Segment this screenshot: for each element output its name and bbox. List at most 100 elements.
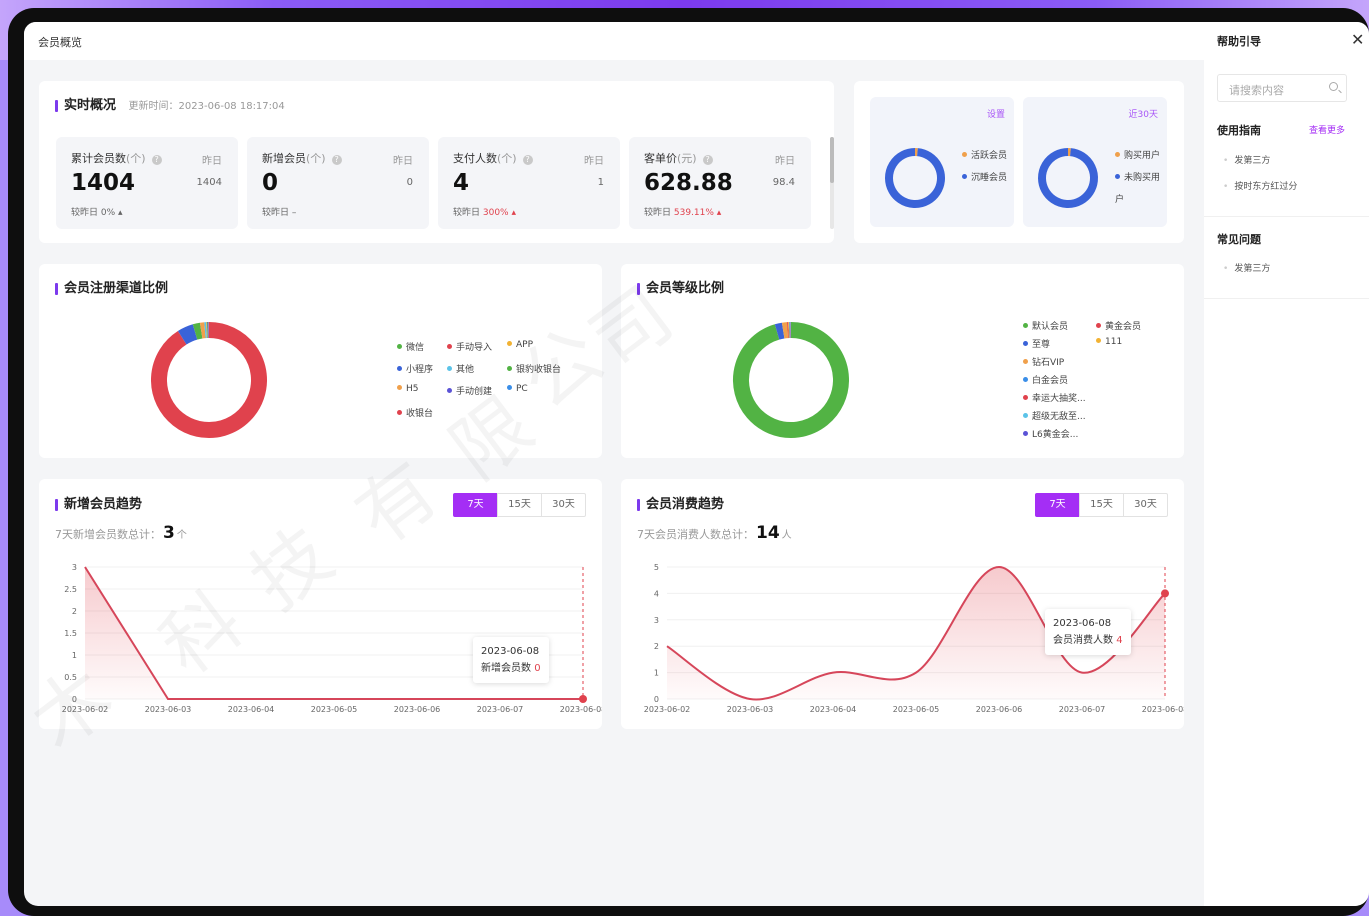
mini-panel-link[interactable]: 设置 — [987, 107, 1005, 120]
legend-dot — [397, 410, 402, 415]
legend-item: 沉睡会员 — [962, 167, 1007, 189]
stat-value: 628.88 — [644, 170, 733, 196]
yesterday-label: 昨日 — [393, 156, 413, 167]
new-member-trend-title: 新增会员趋势 — [55, 497, 142, 513]
consume-summary-label: 7天会员消费人数总计： — [637, 528, 754, 541]
level-ratio-title: 会员等级比例 — [637, 281, 724, 297]
stat-value: 0 — [262, 170, 279, 196]
tooltip-value: 0 — [534, 663, 541, 674]
data-point[interactable] — [1161, 589, 1169, 598]
help-icon: ? — [331, 155, 342, 165]
realtime-title-text: 实时概况 — [64, 98, 117, 113]
mini-donut-slice[interactable] — [1038, 148, 1098, 208]
y-tick-label: 2.5 — [64, 585, 77, 594]
x-tick-label: 2023-06-08 — [560, 705, 602, 714]
legend-item: 其他 — [447, 362, 474, 375]
x-tick-label: 2023-06-02 — [644, 705, 691, 714]
search-icon[interactable] — [1329, 82, 1338, 91]
stat-unit: (个) — [306, 152, 326, 165]
tooltip-value: 4 — [1116, 635, 1123, 646]
scrollbar-thumb[interactable] — [830, 137, 834, 183]
legend-dot — [1115, 152, 1120, 157]
legend-dot — [447, 366, 452, 371]
new-member-summary-unit: 个 — [176, 530, 187, 541]
tooltip-row: 会员消费人数 4 — [1053, 632, 1123, 649]
help-search-input[interactable]: 请搜索内容 — [1217, 74, 1347, 102]
legend-dot — [1023, 395, 1028, 400]
legend-label: 111 — [1105, 337, 1123, 347]
legend-item: 收银台 — [397, 406, 433, 419]
yesterday-label: 昨日 — [584, 156, 604, 167]
status-donut-card: 设置 活跃会员 沉睡会员 近30天 购买用户 未购买用户 — [854, 81, 1184, 243]
x-tick-label: 2023-06-04 — [228, 705, 275, 714]
page-title: 会员概览 — [24, 22, 1204, 60]
data-point[interactable] — [579, 695, 587, 703]
legend-label: 至尊 — [1032, 340, 1051, 350]
compare-value: 300% ▴ — [482, 208, 516, 218]
y-tick-label: 1.5 — [64, 629, 77, 638]
help-icon: ? — [151, 155, 162, 165]
legend-label: 活跃会员 — [971, 151, 1008, 161]
tab-15-days[interactable]: 15天 — [1079, 493, 1124, 517]
stat-card: 客单价(元)? 昨日 628.88 98.4 较昨日 539.11% ▴ — [629, 137, 811, 229]
legend-item: 钻石VIP — [1023, 355, 1064, 368]
close-icon[interactable]: ✕ — [1351, 30, 1364, 49]
divider — [1204, 298, 1369, 299]
legend-label: 黄金会员 — [1105, 322, 1142, 332]
yesterday-value: 1 — [597, 177, 604, 188]
x-tick-label: 2023-06-05 — [893, 705, 940, 714]
x-tick-label: 2023-06-07 — [1059, 705, 1106, 714]
divider — [1204, 216, 1369, 217]
legend-dot — [1096, 323, 1101, 328]
channel-slice[interactable] — [177, 324, 198, 345]
level-slice[interactable] — [774, 322, 785, 340]
legend-label: PC — [516, 384, 528, 394]
legend-dot — [1023, 431, 1028, 436]
level-slice[interactable] — [733, 322, 849, 438]
mini-donut-slice[interactable] — [885, 148, 945, 208]
legend-item: 白金会员 — [1023, 373, 1068, 386]
legend-dot — [507, 385, 512, 390]
legend-item: 超级无敌至... — [1023, 409, 1086, 422]
realtime-card: 实时概况 更新时间：2023-06-08 18:17:04 累计会员数(个)? 昨… — [39, 81, 834, 243]
update-time-label: 更新时间： — [128, 101, 179, 112]
legend-dot — [1115, 174, 1120, 179]
y-tick-label: 3 — [72, 563, 77, 572]
tab-7-days[interactable]: 7天 — [1035, 493, 1080, 517]
legend-dot — [507, 341, 512, 346]
channel-slice[interactable] — [192, 322, 203, 340]
register-channel-donut — [151, 322, 267, 438]
help-title: 帮助引导 — [1217, 35, 1261, 48]
legend-dot — [447, 388, 452, 393]
consume-tooltip: 2023-06-08 会员消费人数 4 — [1045, 609, 1131, 655]
legend-dot — [962, 152, 967, 157]
consume-summary-unit: 人 — [781, 530, 792, 541]
consume-trend-title: 会员消费趋势 — [637, 497, 724, 513]
legend-item: 手动导入 — [447, 340, 492, 353]
mini-donut-chart — [885, 148, 945, 208]
legend-item: 银豹收银台 — [507, 362, 561, 375]
guide-link[interactable]: 发第三方 — [1223, 153, 1270, 166]
legend-label: 默认会员 — [1032, 322, 1069, 332]
channel-slice[interactable] — [151, 322, 267, 438]
y-tick-label: 4 — [654, 589, 659, 598]
legend-label: 收银台 — [406, 409, 434, 419]
tab-7-days[interactable]: 7天 — [453, 493, 498, 517]
legend-item: 微信 — [397, 340, 424, 353]
mini-donut-panel: 设置活跃会员沉睡会员 — [870, 97, 1014, 227]
legend-dot — [397, 385, 402, 390]
see-more-link[interactable]: 查看更多 — [1309, 123, 1345, 136]
x-tick-label: 2023-06-06 — [394, 705, 441, 714]
help-panel: 帮助引导 ✕ 请搜索内容 使用指南 查看更多 发第三方 按时东方红过分 常见问题… — [1204, 22, 1369, 906]
guide-link[interactable]: 按时东方红过分 — [1223, 179, 1297, 192]
tab-30-days[interactable]: 30天 — [541, 493, 586, 517]
new-member-summary: 7天新增会员数总计： 3 个 — [55, 523, 187, 543]
register-channel-title: 会员注册渠道比例 — [55, 281, 168, 297]
mini-panel-link[interactable]: 近30天 — [1129, 107, 1158, 120]
legend-item: 幸运大抽奖... — [1023, 391, 1086, 404]
legend-item: 至尊 — [1023, 337, 1050, 350]
tab-30-days[interactable]: 30天 — [1123, 493, 1168, 517]
faq-link[interactable]: 发第三方 — [1223, 261, 1270, 274]
legend-item: 111 — [1096, 337, 1122, 347]
tab-15-days[interactable]: 15天 — [497, 493, 542, 517]
